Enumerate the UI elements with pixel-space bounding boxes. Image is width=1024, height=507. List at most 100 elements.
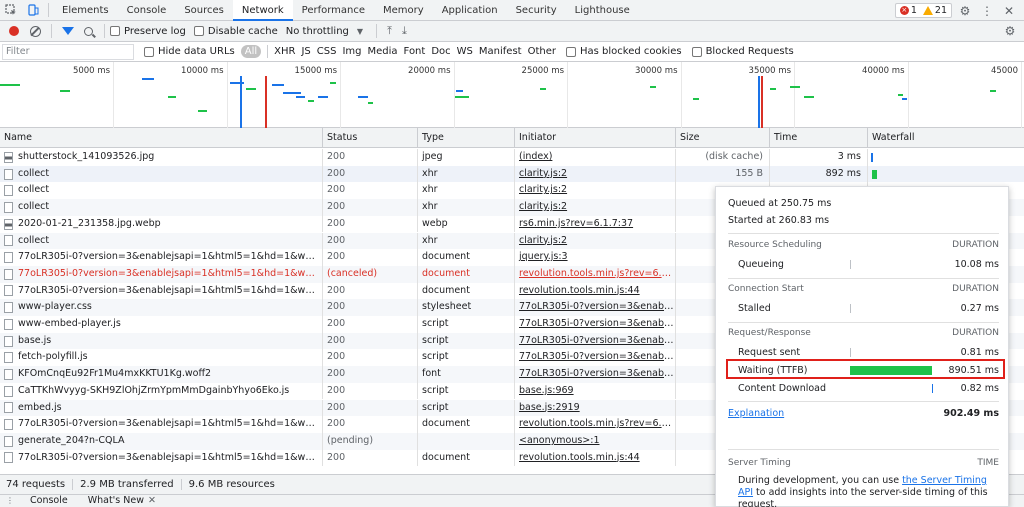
drawer-tab-whats-new[interactable]: What's New ✕: [78, 495, 166, 507]
request-name-cell[interactable]: KFOmCnqEu92Fr1Mu4mxKKTU1Kg.woff2: [0, 366, 322, 383]
initiator-link[interactable]: revolution.tools.min.js:44: [519, 285, 640, 296]
issues-counter[interactable]: × 1 21: [894, 3, 952, 18]
request-initiator[interactable]: rs6.min.js?rev=6.1.7:37: [514, 215, 675, 233]
request-name-cell[interactable]: shutterstock_141093526.jpg: [0, 149, 322, 166]
close-icon[interactable]: ✕: [148, 495, 156, 506]
table-row[interactable]: collect 200 xhr clarity.js:2 155 B 892 ms: [0, 165, 1024, 183]
tab-performance[interactable]: Performance: [293, 0, 374, 21]
tab-lighthouse[interactable]: Lighthouse: [566, 0, 639, 21]
request-initiator[interactable]: 77oLR305i-0?version=3&enablej…: [514, 316, 675, 333]
column-header-name[interactable]: Name: [0, 128, 322, 148]
request-initiator[interactable]: jquery.js:3: [514, 249, 675, 266]
type-filter-css[interactable]: CSS: [317, 46, 337, 57]
request-initiator[interactable]: revolution.tools.min.js?rev=6.1.7:44: [514, 416, 675, 433]
request-initiator[interactable]: revolution.tools.min.js:44: [514, 282, 675, 300]
import-har-icon[interactable]: ⤒: [387, 24, 392, 38]
type-filter-all[interactable]: All: [240, 45, 262, 58]
initiator-link[interactable]: 77oLR305i-0?version=3&enablej…: [519, 368, 675, 379]
request-name-cell[interactable]: 77oLR305i-0?version=3&enablejsapi=1&html…: [0, 283, 322, 300]
tab-memory[interactable]: Memory: [374, 0, 433, 21]
column-header-initiator[interactable]: Initiator: [514, 128, 675, 148]
request-name-cell[interactable]: 77oLR305i-0?version=3&enablejsapi=1&html…: [0, 450, 322, 467]
filter-input[interactable]: Filter: [2, 43, 134, 60]
initiator-link[interactable]: base.js:2919: [519, 402, 580, 413]
tab-console[interactable]: Console: [118, 0, 176, 21]
type-filter-xhr[interactable]: XHR: [274, 46, 295, 57]
blocked-cookies-checkbox[interactable]: Has blocked cookies: [566, 46, 682, 57]
initiator-link[interactable]: revolution.tools.min.js:44: [519, 452, 640, 463]
initiator-link[interactable]: 77oLR305i-0?version=3&enablej…: [519, 351, 675, 362]
request-initiator[interactable]: clarity.js:2: [514, 165, 675, 183]
checkbox-icon[interactable]: [144, 46, 154, 57]
initiator-link[interactable]: clarity.js:2: [519, 184, 567, 195]
initiator-link[interactable]: (index): [519, 151, 552, 162]
tab-elements[interactable]: Elements: [53, 0, 118, 21]
inspect-element-icon[interactable]: [0, 0, 22, 21]
close-devtools-icon[interactable]: ✕: [998, 4, 1020, 18]
search-icon[interactable]: [84, 26, 93, 36]
type-filter-manifest[interactable]: Manifest: [479, 46, 522, 57]
request-name-cell[interactable]: 77oLR305i-0?version=3&enablejsapi=1&html…: [0, 266, 322, 283]
drawer-menu-icon[interactable]: ⋮: [0, 495, 20, 507]
request-name-cell[interactable]: embed.js: [0, 400, 322, 417]
request-name-cell[interactable]: collect: [0, 166, 322, 183]
initiator-link[interactable]: <anonymous>:1: [519, 435, 600, 446]
request-initiator[interactable]: revolution.tools.min.js:44: [514, 449, 675, 467]
checkbox-icon[interactable]: [193, 26, 204, 36]
request-initiator[interactable]: clarity.js:2: [514, 182, 675, 200]
initiator-link[interactable]: clarity.js:2: [519, 235, 567, 246]
request-name-cell[interactable]: collect: [0, 199, 322, 216]
request-name-cell[interactable]: generate_204?n-CQLA: [0, 433, 322, 450]
network-overview-timeline[interactable]: 5000 ms 10000 ms 15000 ms 20000 ms 25000 ms 3…: [0, 62, 1024, 128]
initiator-link[interactable]: rs6.min.js?rev=6.1.7:37: [519, 218, 633, 229]
throttling-select[interactable]: No throttling ▼: [286, 26, 363, 37]
disable-cache-checkbox[interactable]: Disable cache: [193, 26, 278, 37]
explanation-link[interactable]: Explanation: [728, 408, 784, 419]
request-name-cell[interactable]: fetch-polyfill.js: [0, 349, 322, 366]
request-initiator[interactable]: 77oLR305i-0?version=3&enablej…: [514, 332, 675, 350]
more-options-icon[interactable]: ⋮: [976, 4, 998, 18]
record-button[interactable]: [9, 26, 19, 36]
request-name-cell[interactable]: www-embed-player.js: [0, 316, 322, 333]
column-header-waterfall[interactable]: Waterfall: [867, 128, 1024, 148]
tab-sources[interactable]: Sources: [175, 0, 233, 21]
request-name-cell[interactable]: 77oLR305i-0?version=3&enablejsapi=1&html…: [0, 249, 322, 266]
initiator-link[interactable]: clarity.js:2: [519, 201, 567, 212]
request-initiator[interactable]: base.js:969: [514, 382, 675, 400]
type-filter-media[interactable]: Media: [368, 46, 398, 57]
initiator-link[interactable]: clarity.js:2: [519, 168, 567, 179]
initiator-link[interactable]: 77oLR305i-0?version=3&enablej…: [519, 318, 675, 329]
type-filter-ws[interactable]: WS: [457, 46, 473, 57]
initiator-link[interactable]: revolution.tools.min.js?rev=6.1.7:44: [519, 418, 675, 429]
column-header-time[interactable]: Time: [769, 128, 867, 148]
column-header-size[interactable]: Size: [675, 128, 769, 148]
network-settings-gear-icon[interactable]: ⚙: [1000, 21, 1020, 42]
request-initiator[interactable]: 77oLR305i-0?version=3&enablej…: [514, 366, 675, 383]
type-filter-font[interactable]: Font: [404, 46, 426, 57]
table-row[interactable]: shutterstock_141093526.jpg 200 jpeg (index)…: [0, 149, 1024, 166]
request-initiator[interactable]: clarity.js:2: [514, 199, 675, 216]
checkbox-icon[interactable]: [110, 26, 120, 36]
checkbox-icon[interactable]: [566, 46, 576, 57]
tab-network[interactable]: Network: [232, 0, 293, 21]
request-name-cell[interactable]: collect: [0, 233, 322, 250]
device-toolbar-icon[interactable]: [22, 0, 44, 21]
request-initiator[interactable]: clarity.js:2: [514, 232, 675, 250]
request-name-cell[interactable]: collect: [0, 182, 322, 199]
request-name-cell[interactable]: www-player.css: [0, 299, 322, 316]
export-har-icon[interactable]: ⤓: [402, 24, 407, 38]
initiator-link[interactable]: revolution.tools.min.js?rev=6.1.7:44: [519, 268, 675, 279]
blocked-requests-checkbox[interactable]: Blocked Requests: [691, 46, 794, 57]
request-initiator[interactable]: (index): [514, 149, 675, 166]
initiator-link[interactable]: jquery.js:3: [519, 251, 568, 262]
type-filter-js[interactable]: JS: [301, 46, 310, 57]
settings-gear-icon[interactable]: ⚙: [954, 4, 976, 18]
clear-icon[interactable]: [30, 25, 41, 37]
filter-icon[interactable]: [62, 27, 74, 35]
request-name-cell[interactable]: 77oLR305i-0?version=3&enablejsapi=1&html…: [0, 416, 322, 433]
type-filter-img[interactable]: Img: [342, 46, 361, 57]
tab-application[interactable]: Application: [433, 0, 507, 21]
initiator-link[interactable]: base.js:969: [519, 385, 574, 396]
drawer-tab-console[interactable]: Console: [20, 495, 78, 507]
type-filter-other[interactable]: Other: [528, 46, 556, 57]
